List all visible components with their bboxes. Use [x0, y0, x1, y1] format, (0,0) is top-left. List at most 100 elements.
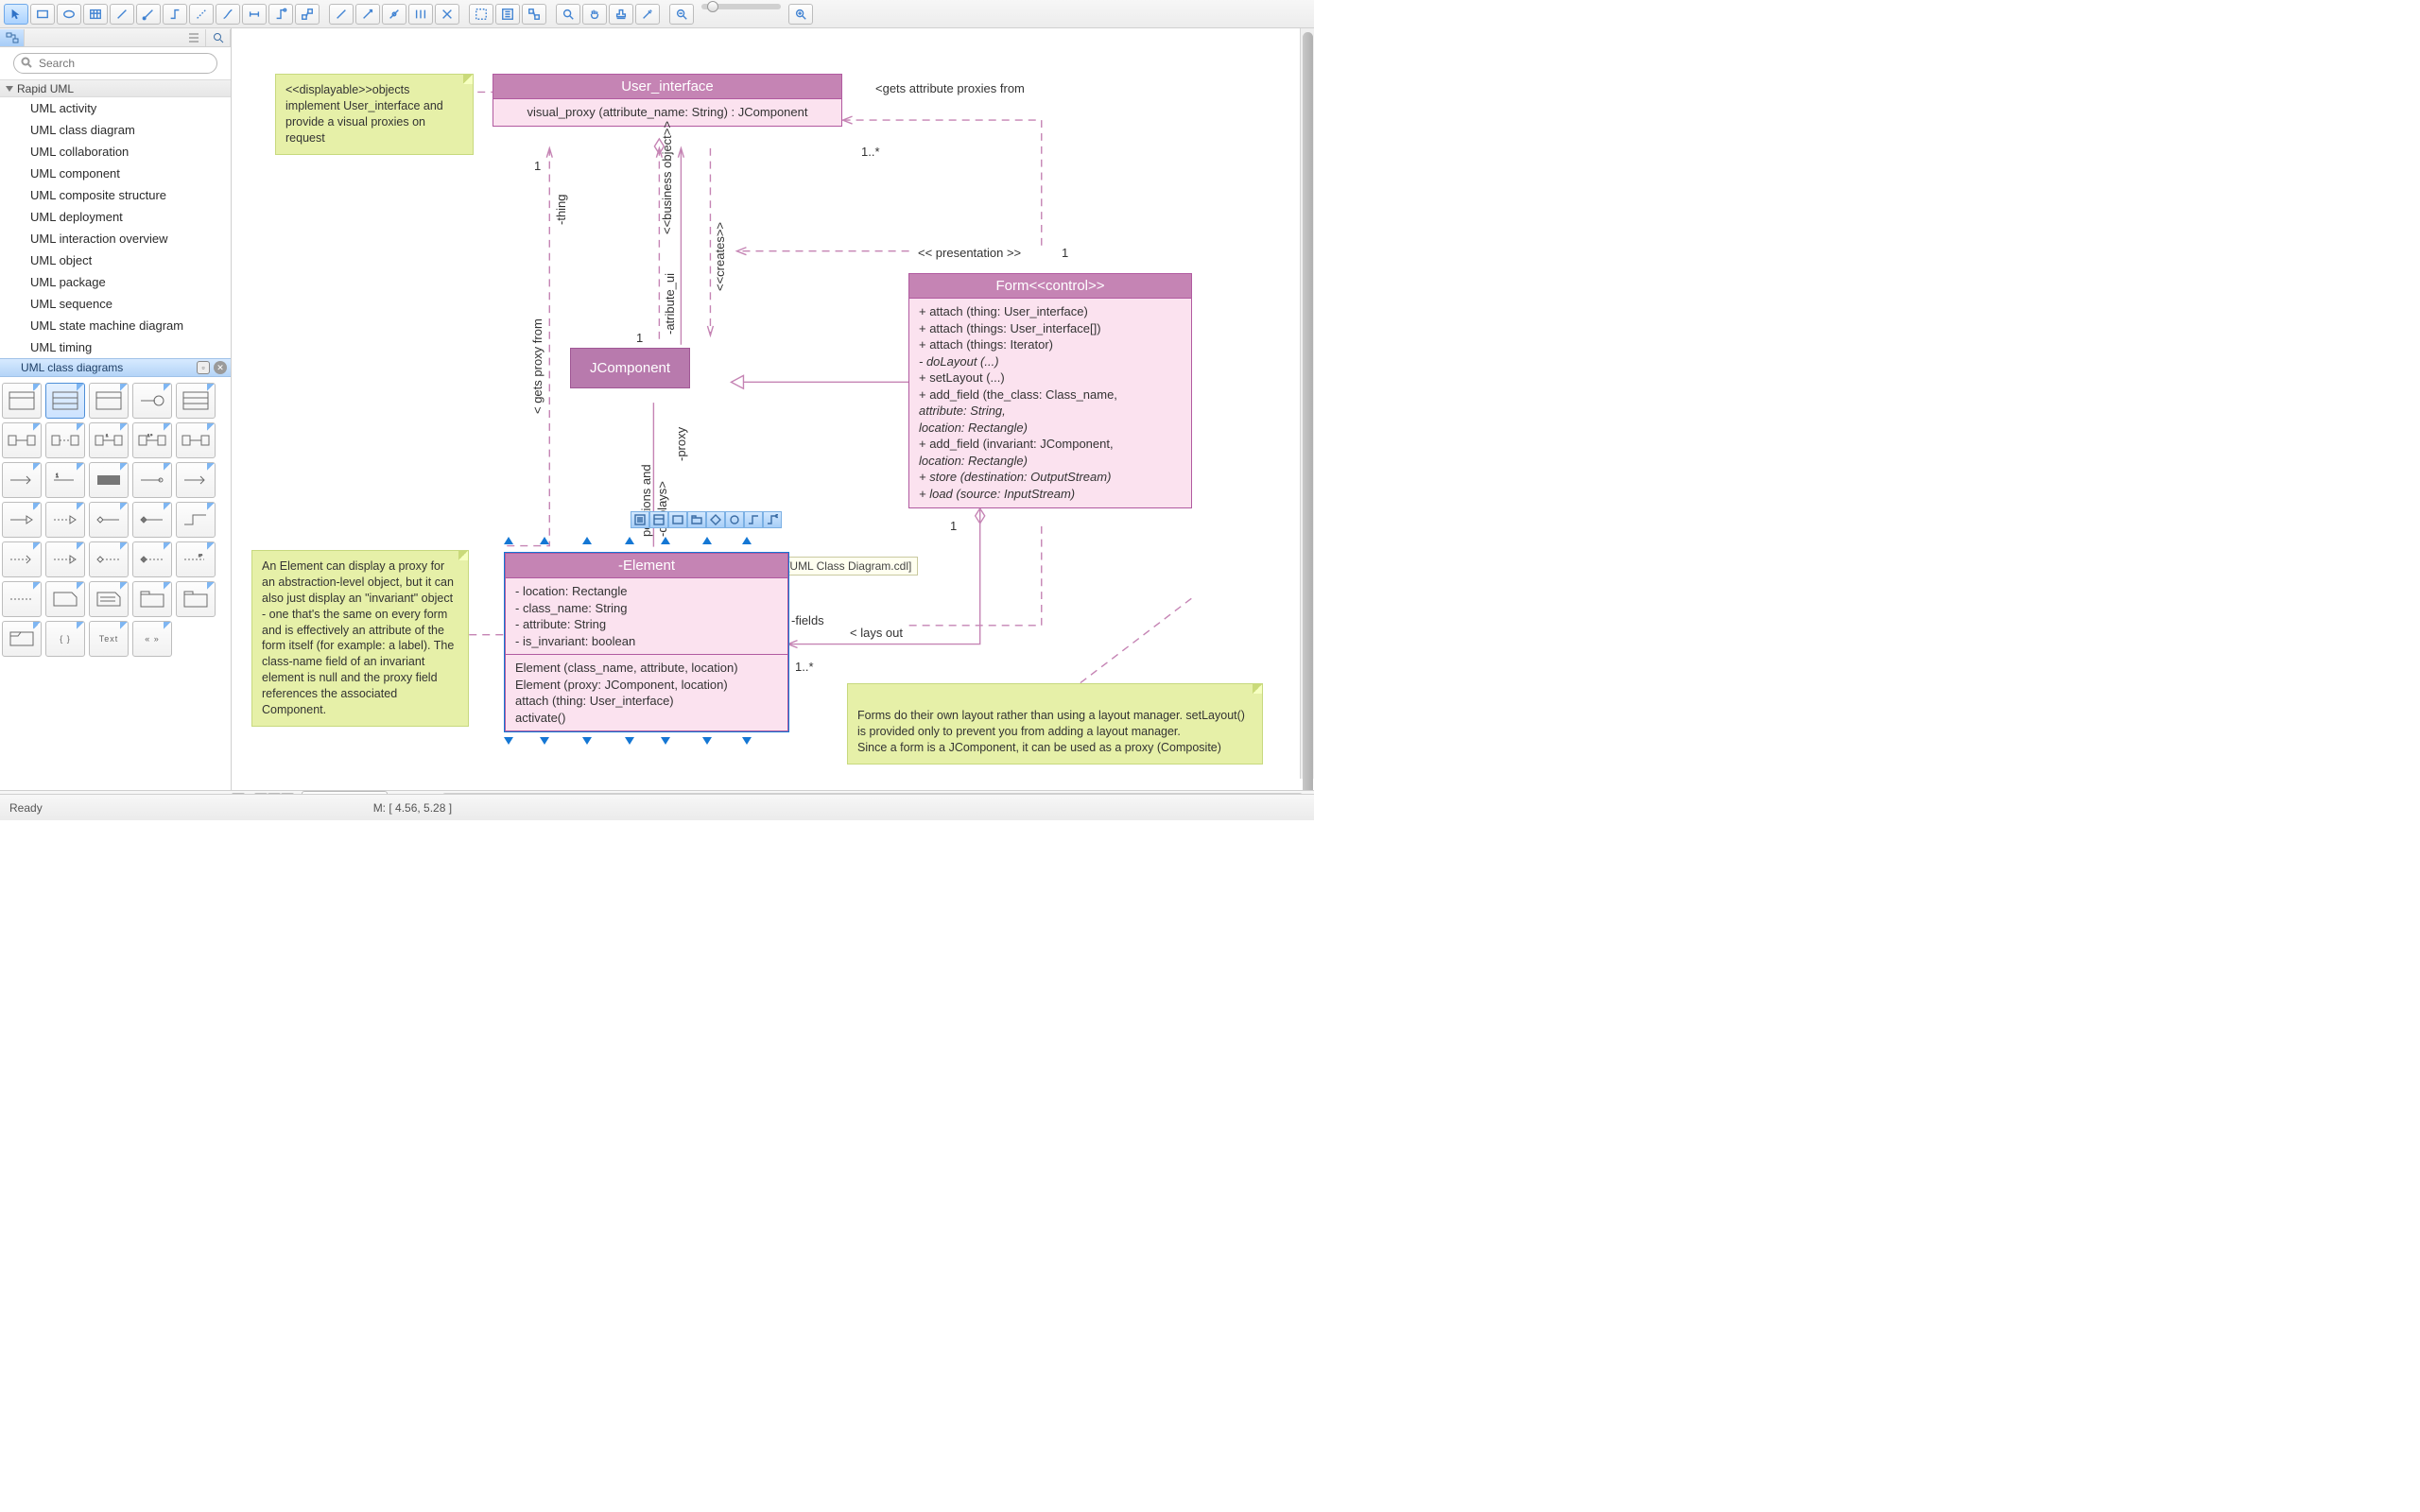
shape-class-4[interactable]: [176, 383, 216, 419]
connector-tool-3[interactable]: [189, 4, 214, 25]
shape-assoc-4[interactable]: 1 *: [132, 422, 172, 458]
table-tool[interactable]: [83, 4, 108, 25]
qa-connector-icon[interactable]: [744, 511, 763, 528]
shape-arrow-2[interactable]: 1: [45, 462, 85, 498]
shape-dep-3[interactable]: [89, 541, 129, 577]
picker-tool[interactable]: [635, 4, 660, 25]
selection-handle[interactable]: [540, 737, 549, 745]
shape-compose[interactable]: [132, 502, 172, 538]
note-element[interactable]: An Element can display a proxy for an ab…: [251, 550, 469, 727]
canvas[interactable]: <<displayable>>objects implement User_in…: [232, 28, 1314, 794]
shape-package-2[interactable]: [176, 581, 216, 617]
shape-arrow-5[interactable]: [176, 462, 216, 498]
lib-item[interactable]: UML state machine diagram: [0, 315, 231, 336]
connector-tool-4[interactable]: [216, 4, 240, 25]
connector-tool-7[interactable]: [295, 4, 320, 25]
qa-connector2-icon[interactable]: [763, 511, 782, 528]
qa-circle-icon[interactable]: [725, 511, 744, 528]
shape-dep-1[interactable]: [2, 541, 42, 577]
shape-package-1[interactable]: [132, 581, 172, 617]
shape-aggregate[interactable]: [89, 502, 129, 538]
selection-handle[interactable]: [661, 737, 670, 745]
shape-constraint[interactable]: { }: [45, 621, 85, 657]
lib-item[interactable]: UML class diagram: [0, 119, 231, 141]
selection-handle[interactable]: [582, 537, 592, 544]
lib-item[interactable]: UML timing: [0, 336, 231, 358]
stamp-tool[interactable]: [609, 4, 633, 25]
section-save-icon[interactable]: ▫: [197, 361, 210, 374]
note-form[interactable]: Forms do their own layout rather than us…: [847, 683, 1263, 765]
sidebar-search-icon[interactable]: [206, 29, 231, 46]
connector-tool-6[interactable]: [268, 4, 293, 25]
lib-item[interactable]: UML object: [0, 249, 231, 271]
selection-handle[interactable]: [504, 537, 513, 544]
shape-realize[interactable]: [45, 502, 85, 538]
qa-notes-icon[interactable]: [631, 511, 649, 528]
shape-assoc-3[interactable]: 1: [89, 422, 129, 458]
shape-arrow-3[interactable]: [89, 462, 129, 498]
lib-item[interactable]: UML composite structure: [0, 184, 231, 206]
shape-class-2[interactable]: [45, 383, 85, 419]
selection-handle[interactable]: [702, 537, 712, 544]
shape-note[interactable]: [45, 581, 85, 617]
align-tool-1[interactable]: [469, 4, 493, 25]
qa-class-icon[interactable]: [668, 511, 687, 528]
shape-note-text[interactable]: [89, 581, 129, 617]
shape-class-1[interactable]: [2, 383, 42, 419]
shape-frame[interactable]: [2, 621, 42, 657]
note-displayable[interactable]: <<displayable>>objects implement User_in…: [275, 74, 474, 155]
class-element[interactable]: -Element - location: Rectangle - class_n…: [505, 553, 788, 731]
zoom-tool[interactable]: [556, 4, 580, 25]
lib-item[interactable]: UML component: [0, 163, 231, 184]
shape-text[interactable]: Text: [89, 621, 129, 657]
zoom-slider-thumb[interactable]: [707, 1, 718, 12]
zoom-in-button[interactable]: [788, 4, 813, 25]
class-user-interface[interactable]: User_interface visual_proxy (attribute_n…: [493, 74, 842, 127]
shape-note-link[interactable]: [2, 581, 42, 617]
align-tool-3[interactable]: [522, 4, 546, 25]
lib-item[interactable]: UML interaction overview: [0, 228, 231, 249]
shape-connector[interactable]: [176, 502, 216, 538]
qa-package-icon[interactable]: [687, 511, 706, 528]
ellipse-tool[interactable]: [57, 4, 81, 25]
edit-tool-1[interactable]: [329, 4, 354, 25]
zoom-slider[interactable]: [701, 4, 781, 9]
selection-handle[interactable]: [742, 537, 752, 544]
shape-interface-lollipop[interactable]: [132, 383, 172, 419]
lib-item[interactable]: UML deployment: [0, 206, 231, 228]
selection-handle[interactable]: [582, 737, 592, 745]
edit-tool-2[interactable]: [355, 4, 380, 25]
shape-arrow-1[interactable]: [2, 462, 42, 498]
shape-dep-4[interactable]: [132, 541, 172, 577]
shape-assoc-1[interactable]: [2, 422, 42, 458]
selection-handle[interactable]: [504, 737, 513, 745]
qa-list-icon[interactable]: [649, 511, 668, 528]
shape-assoc-2[interactable]: [45, 422, 85, 458]
lib-item[interactable]: UML sequence: [0, 293, 231, 315]
vertical-scroll-thumb[interactable]: [1303, 32, 1313, 798]
search-input[interactable]: [13, 53, 217, 74]
shape-assoc-5[interactable]: [176, 422, 216, 458]
shape-dep-2[interactable]: [45, 541, 85, 577]
connector-tool-5[interactable]: [242, 4, 267, 25]
connector-tool-2[interactable]: [163, 4, 187, 25]
vertical-scrollbar[interactable]: [1300, 28, 1314, 779]
selection-handle[interactable]: [625, 737, 634, 745]
cursor-tool[interactable]: [4, 4, 28, 25]
selection-handle[interactable]: [742, 737, 752, 745]
selection-handle[interactable]: [702, 737, 712, 745]
connector-tool-1[interactable]: [136, 4, 161, 25]
shape-class-3[interactable]: [89, 383, 129, 419]
list-view-icon[interactable]: [182, 29, 206, 46]
library-tab-icon[interactable]: [0, 29, 25, 46]
shape-generalize[interactable]: [2, 502, 42, 538]
qa-diamond-icon[interactable]: [706, 511, 725, 528]
class-jcomponent[interactable]: JComponent: [570, 348, 690, 388]
section-bar[interactable]: UML class diagrams ▫ ✕: [0, 358, 231, 377]
edit-tool-4[interactable]: [408, 4, 433, 25]
library-header[interactable]: Rapid UML: [0, 79, 231, 97]
class-form[interactable]: Form<<control>> + attach (thing: User_in…: [908, 273, 1192, 508]
line-tool[interactable]: [110, 4, 134, 25]
edit-tool-3[interactable]: [382, 4, 406, 25]
selection-handle[interactable]: [661, 537, 670, 544]
